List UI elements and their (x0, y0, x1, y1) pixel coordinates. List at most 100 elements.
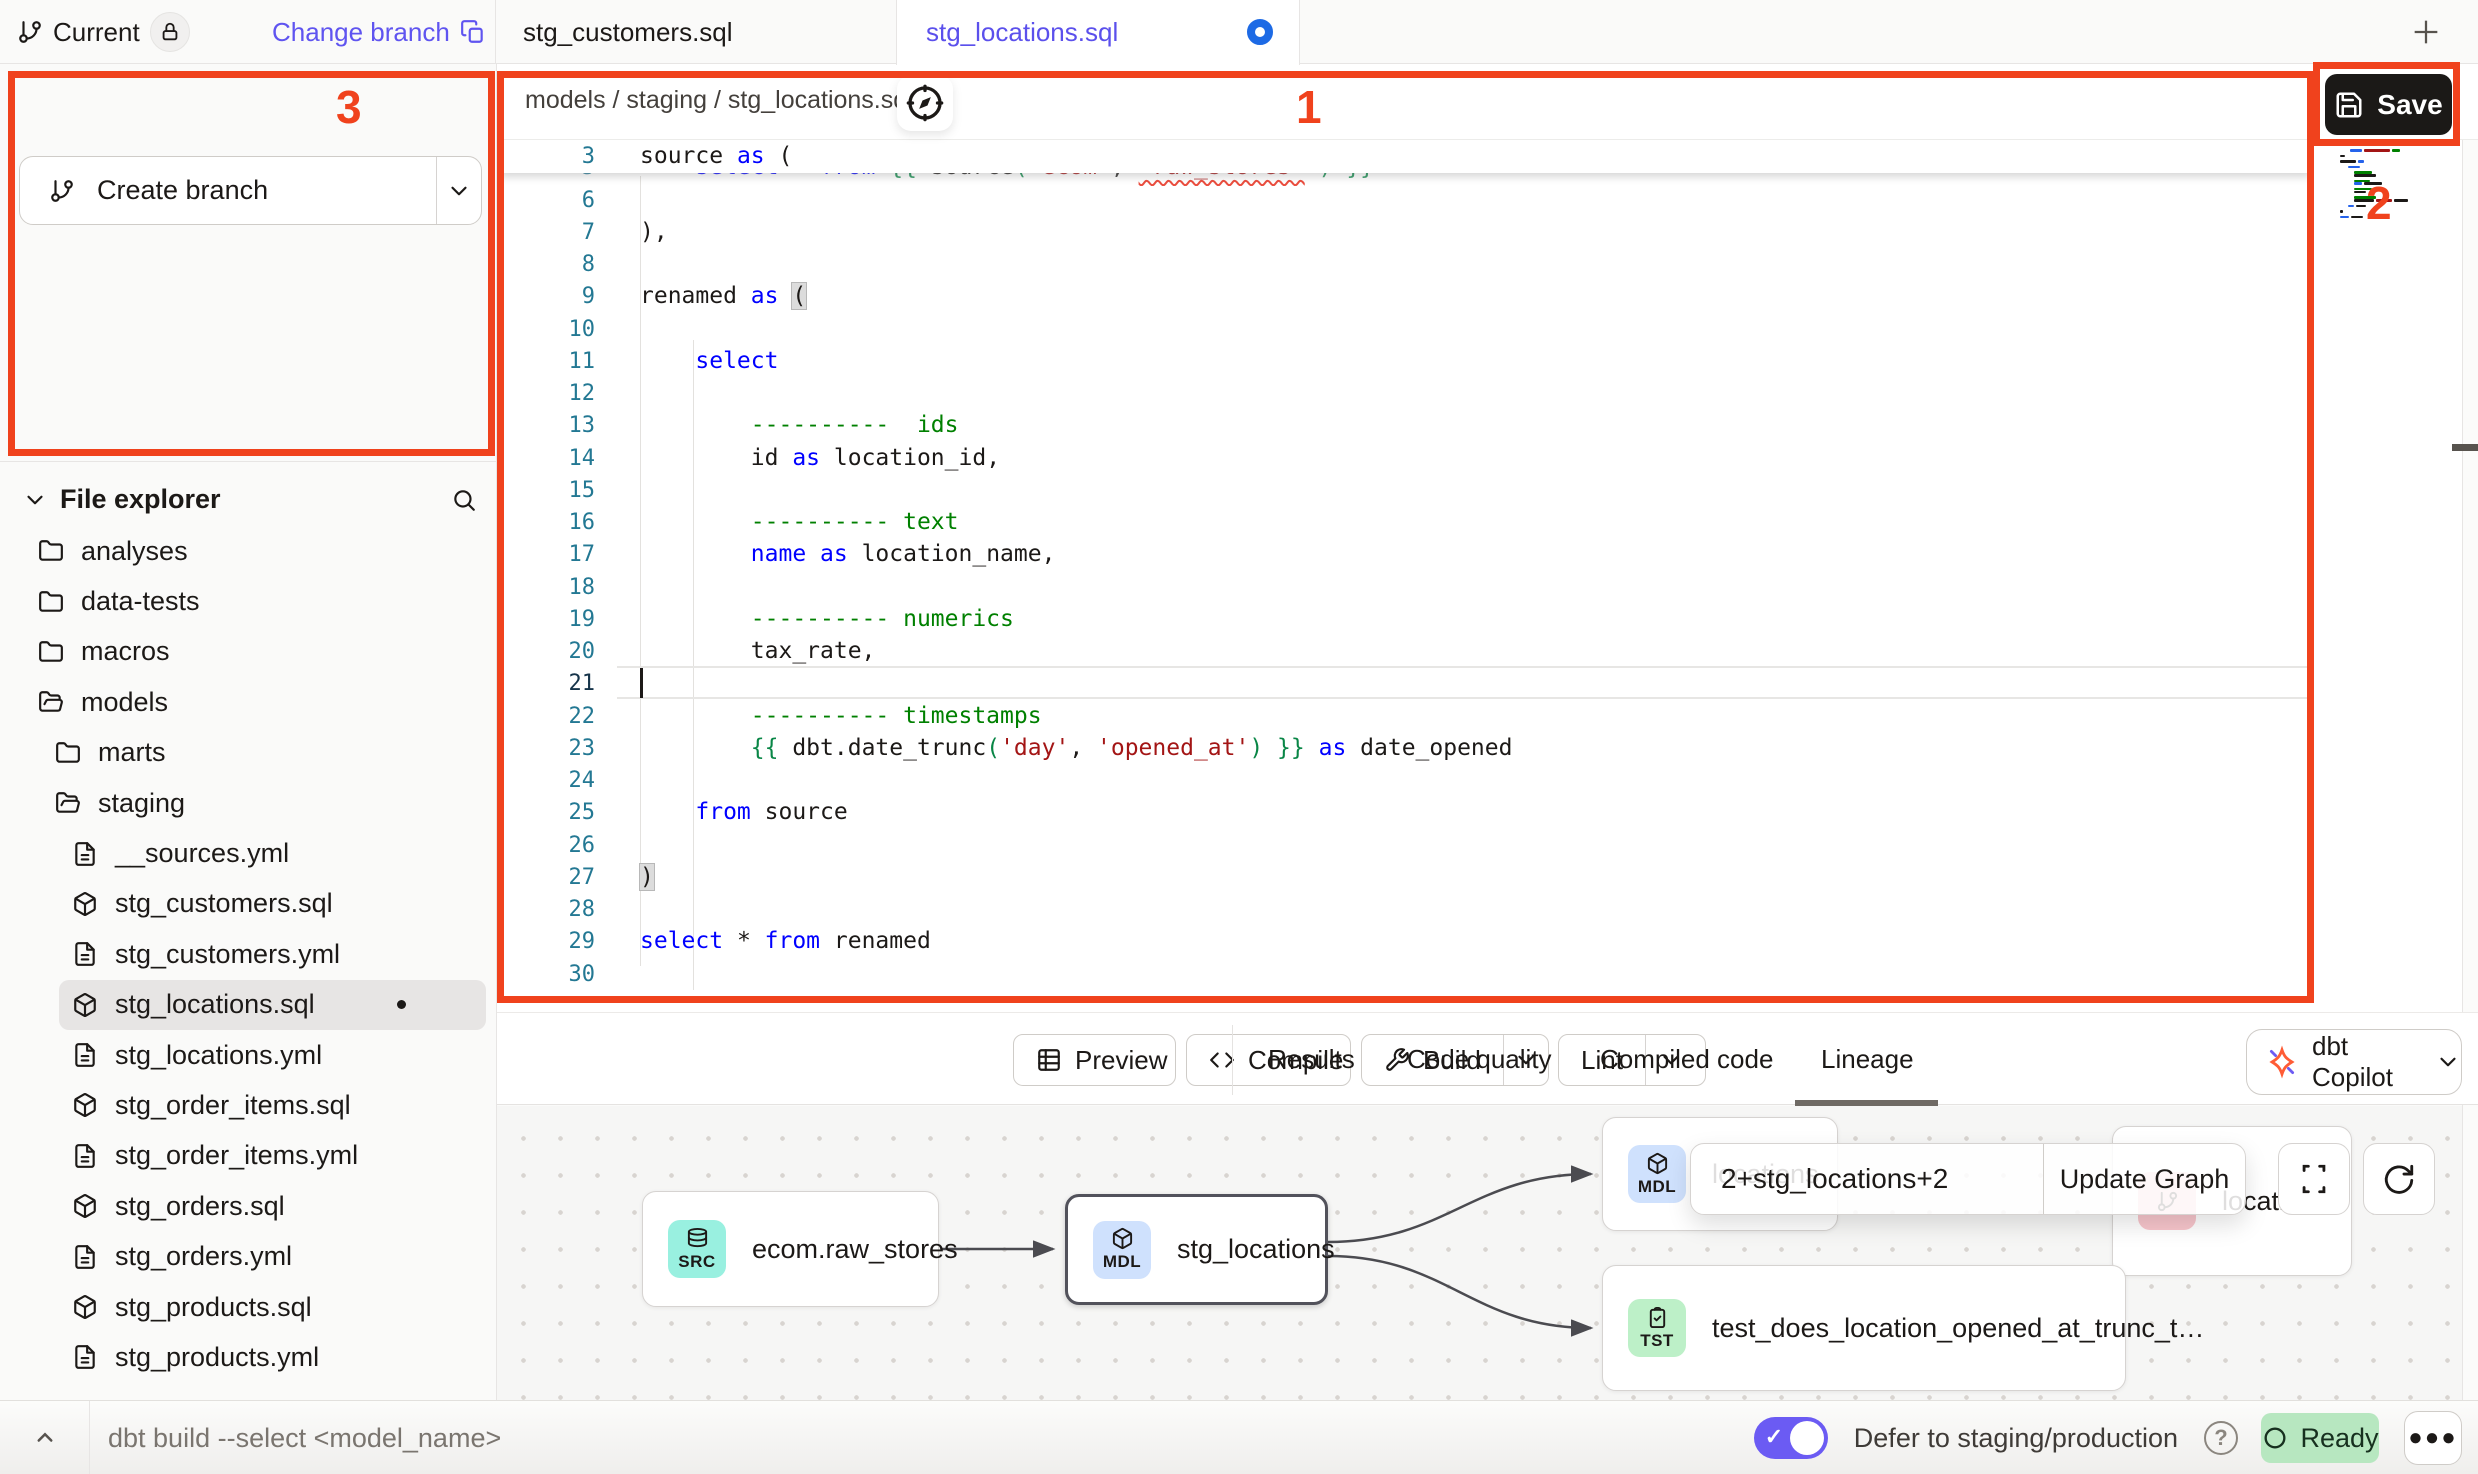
create-branch-button[interactable]: Create branch (19, 156, 482, 225)
code-line[interactable]: 14 id as location_id, (497, 442, 2313, 475)
code-line[interactable]: 8 (497, 248, 2313, 281)
file-row[interactable]: models (0, 677, 497, 727)
file-row[interactable]: stg_order_items.yml (0, 1131, 497, 1181)
file-row[interactable]: __sources.yml (0, 828, 497, 878)
code-line[interactable]: 10 (497, 313, 2313, 346)
tab-lineage[interactable]: Lineage (1821, 1013, 1914, 1105)
code-line[interactable]: 22 ---------- timestamps (497, 700, 2313, 733)
code-line[interactable]: 23 {{ dbt.date_trunc('day', 'opened_at')… (497, 732, 2313, 765)
code-editor[interactable]: 5 select * from {{ source('ecom', 'raw_s… (497, 140, 2313, 1012)
fullscreen-button[interactable] (2278, 1143, 2350, 1215)
preview-button[interactable]: Preview (1013, 1034, 1176, 1086)
code-line[interactable]: 11 select (497, 345, 2313, 378)
doc-icon (72, 1143, 98, 1169)
file-row[interactable]: marts (0, 728, 497, 778)
update-graph-button[interactable]: Update Graph (2043, 1144, 2245, 1214)
file-row[interactable]: stg_order_items.sql (0, 1080, 497, 1130)
tab-stg-locations[interactable]: stg_locations.sql (896, 0, 1300, 65)
file-row[interactable]: stg_locations.yml (0, 1030, 497, 1080)
minimap-line (2358, 160, 2364, 162)
plus-icon (2409, 15, 2443, 49)
defer-toggle[interactable]: ✓ (1754, 1417, 1828, 1459)
code-line[interactable]: 17 name as location_name, (497, 538, 2313, 571)
change-branch-link[interactable]: Change branch (272, 0, 486, 64)
badge-label: MDL (1103, 1252, 1141, 1272)
code-line[interactable]: 21 (497, 667, 2313, 700)
code-line[interactable]: 28 (497, 893, 2313, 926)
search-icon[interactable] (451, 487, 477, 513)
expand-icon (2297, 1162, 2331, 1196)
file-row[interactable]: stg_customers.sql (0, 879, 497, 929)
code-line[interactable]: 26 (497, 829, 2313, 862)
editor-header: models / staging / stg_locations.sql (497, 64, 2478, 140)
dbt-copilot-button[interactable]: dbt Copilot (2246, 1029, 2462, 1095)
code-line[interactable]: 7), (497, 216, 2313, 249)
lineage-node-ecom-raw-stores[interactable]: SRCecom.raw_stores (642, 1191, 939, 1307)
code-text: ---------- text (640, 506, 959, 539)
tab-compiled-code[interactable]: Compiled code (1600, 1013, 1773, 1105)
dbt-command-input[interactable]: dbt build --select <model_name> (108, 1401, 501, 1474)
lineage-node-stg-locations[interactable]: MDLstg_locations (1065, 1194, 1328, 1305)
code-line[interactable]: 25 from source (497, 796, 2313, 829)
minimap-line (2364, 182, 2382, 184)
code-line[interactable]: 29select * from renamed (497, 925, 2313, 958)
editor-minimap[interactable] (2340, 138, 2436, 222)
tab-results[interactable]: Results (1268, 1013, 1355, 1105)
file-row[interactable]: analyses (0, 526, 497, 576)
panel-resize-handle[interactable] (2452, 444, 2478, 451)
code-line[interactable]: 27) (497, 861, 2313, 894)
code-line[interactable]: 12 (497, 377, 2313, 410)
code-line[interactable]: 24 (497, 764, 2313, 797)
minimap-line (2354, 191, 2366, 193)
new-tab-button[interactable] (2406, 12, 2446, 52)
create-branch-dropdown[interactable] (436, 157, 481, 224)
file-name: stg_order_items.sql (115, 1090, 351, 1121)
file-name: models (81, 687, 168, 718)
code-line[interactable]: 6 (497, 184, 2313, 217)
lineage-selector-input[interactable]: 2+stg_locations+2 (1691, 1144, 2043, 1214)
code-line[interactable]: 13 ---------- ids (497, 409, 2313, 442)
file-row[interactable]: macros (0, 627, 497, 677)
file-explorer-header[interactable]: File explorer (22, 484, 477, 515)
code-line[interactable]: 15 (497, 474, 2313, 507)
sticky-code-line[interactable]: 3source as ( (497, 140, 2313, 173)
refresh-button[interactable] (2363, 1143, 2435, 1215)
code-line[interactable]: 9renamed as ( (497, 280, 2313, 313)
file-row[interactable]: stg_products.sql (0, 1282, 497, 1332)
current-branch-button[interactable]: Current (17, 0, 190, 64)
lineage-node-test-does-location-opened-at-trunc-t-[interactable]: TSTtest_does_location_opened_at_trunc_t… (1602, 1265, 2126, 1391)
code-line[interactable]: 19 ---------- numerics (497, 603, 2313, 636)
current-branch-label: Current (53, 17, 140, 48)
cube-icon (72, 1092, 98, 1118)
file-name: stg_order_items.yml (115, 1140, 358, 1171)
badge-label: TST (1640, 1331, 1674, 1351)
help-icon[interactable]: ? (2204, 1421, 2238, 1455)
file-row[interactable]: stg_customers.yml (0, 929, 497, 979)
code-line[interactable]: 20 tax_rate, (497, 635, 2313, 668)
file-row[interactable]: staging (0, 778, 497, 828)
tab-stg-customers[interactable]: stg_customers.sql (495, 0, 896, 64)
status-badge-ready[interactable]: Ready (2261, 1413, 2379, 1463)
line-number: 6 (497, 184, 595, 217)
more-options-button[interactable]: ●●● (2404, 1411, 2462, 1465)
explore-lineage-button[interactable] (897, 75, 953, 131)
file-row[interactable]: stg_locations.sql (59, 980, 486, 1030)
line-number: 8 (497, 248, 595, 281)
file-row[interactable]: data-tests (0, 576, 497, 626)
code-line[interactable]: 18 (497, 571, 2313, 604)
tab-code-quality[interactable]: Code quality (1407, 1013, 1552, 1105)
code-line[interactable]: 30 (497, 958, 2313, 991)
folder-icon (38, 538, 64, 564)
file-row[interactable]: stg_products.yml (0, 1332, 497, 1382)
minimap-line (2364, 149, 2390, 151)
minimap-line (2348, 205, 2354, 207)
collapse-command-bar-button[interactable] (0, 1401, 90, 1474)
save-button[interactable]: Save (2325, 74, 2452, 135)
file-row[interactable]: stg_orders.sql (0, 1181, 497, 1231)
file-row[interactable]: stg_orders.yml (0, 1231, 497, 1281)
badge-label: MDL (1638, 1177, 1676, 1197)
file-name: __sources.yml (115, 838, 289, 869)
lineage-panel[interactable]: SRCecom.raw_storesMDLstg_locationsMDLloc… (497, 1106, 2462, 1400)
code-line[interactable]: 16 ---------- text (497, 506, 2313, 539)
line-number: 25 (497, 796, 595, 829)
